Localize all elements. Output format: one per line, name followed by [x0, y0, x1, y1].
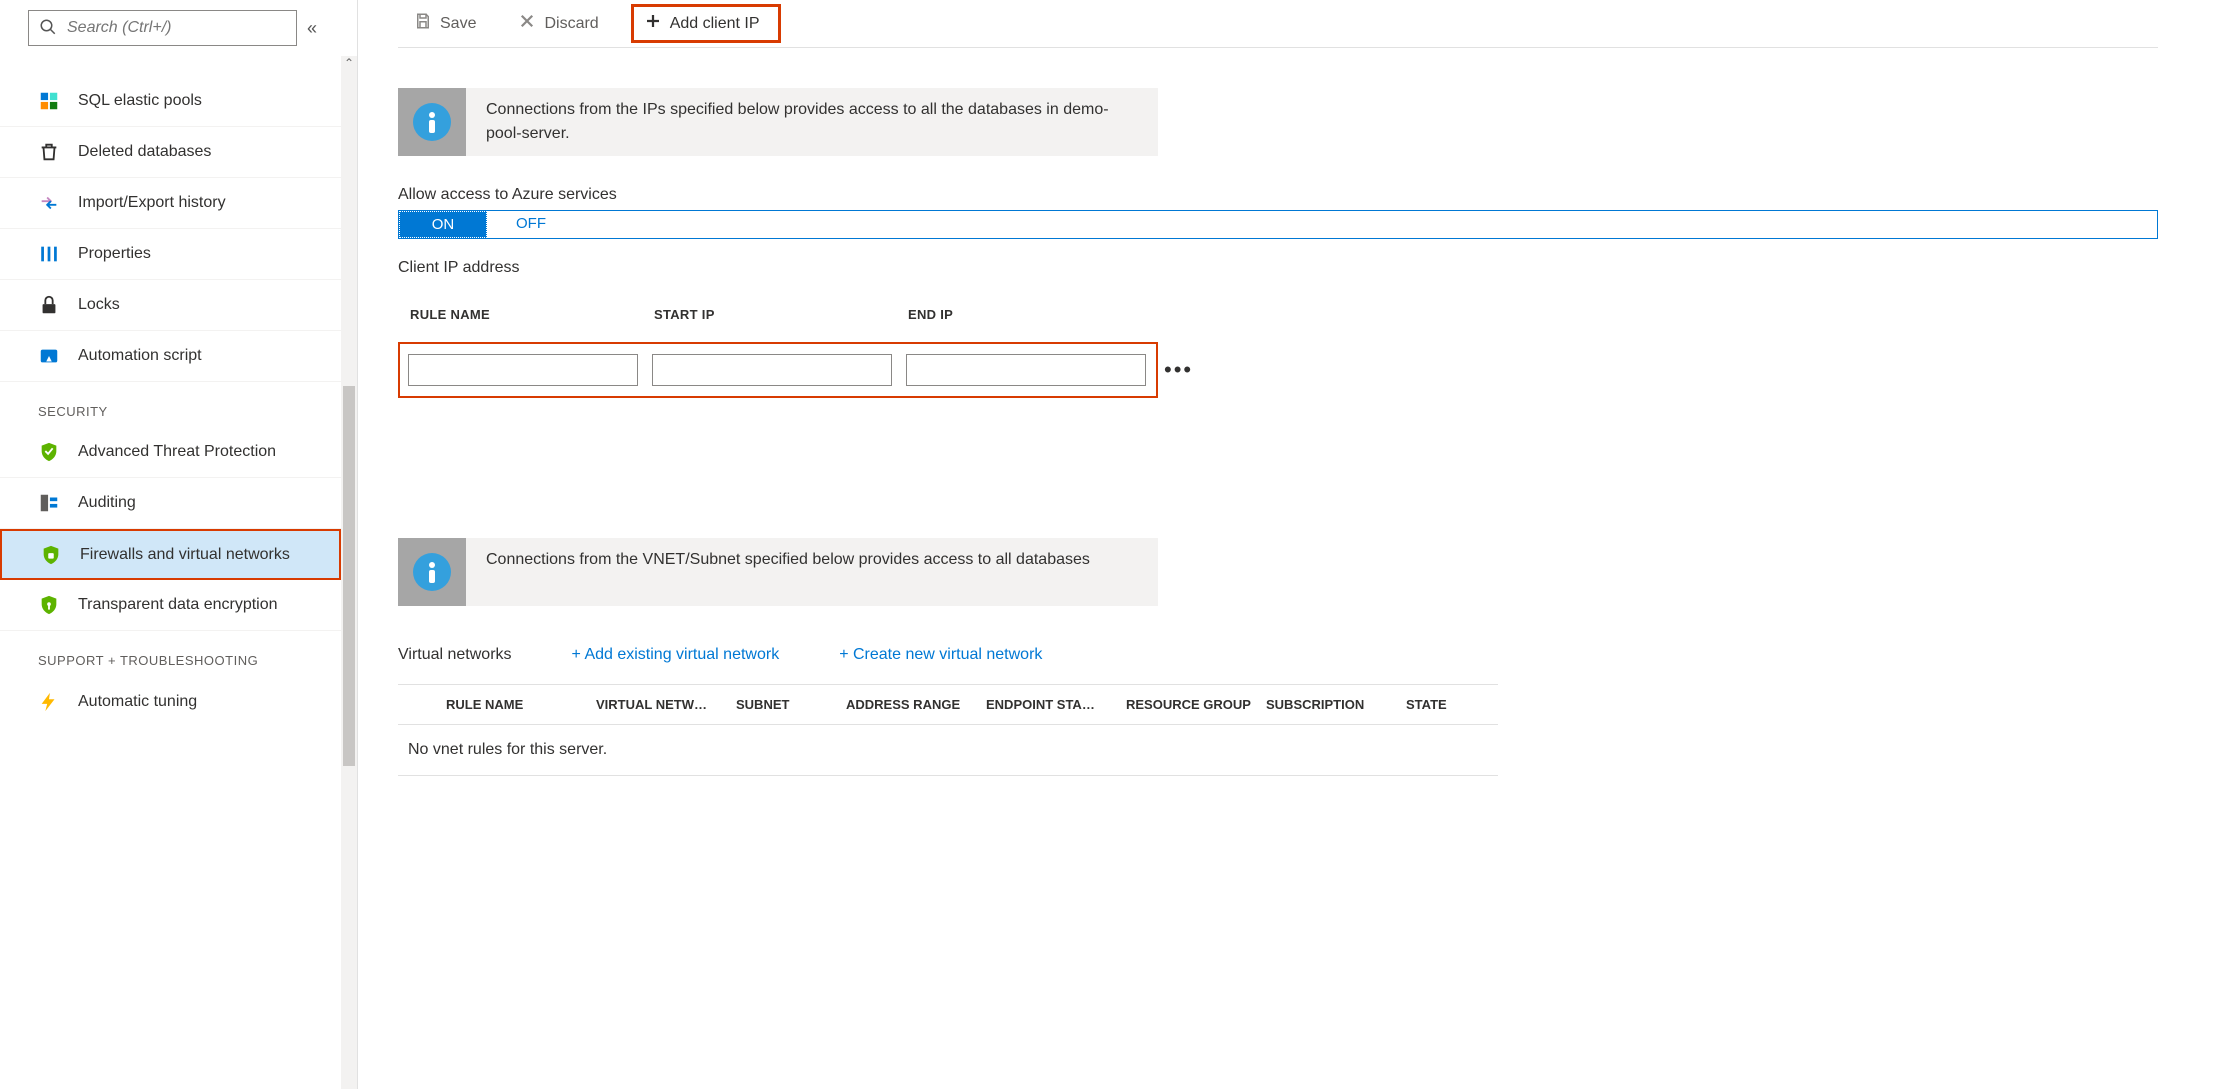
vnet-empty-message: No vnet rules for this server. [398, 725, 1498, 776]
button-label: Discard [544, 15, 598, 33]
col-rg: RESOURCE GROUP [1126, 697, 1266, 712]
sidebar-item-automation-script[interactable]: Automation script [0, 331, 341, 382]
info-icon-box [398, 88, 466, 156]
sidebar-item-properties[interactable]: Properties [0, 229, 341, 280]
col-subnet: SUBNET [736, 697, 846, 712]
scrollbar[interactable]: ⌃ [341, 56, 357, 1089]
script-icon [38, 345, 60, 367]
sidebar-item-label: Automatic tuning [78, 693, 197, 711]
info-icon [413, 103, 451, 141]
start-ip-input[interactable] [652, 354, 892, 386]
button-label: Save [440, 15, 476, 33]
sidebar-item-label: Auditing [78, 494, 136, 512]
sidebar-item-label: Automation script [78, 347, 202, 365]
sidebar-item-locks[interactable]: Locks [0, 280, 341, 331]
support-header: SUPPORT + TROUBLESHOOTING [0, 631, 341, 676]
discard-button[interactable]: Discard [508, 8, 608, 39]
sidebar-item-label: Deleted databases [78, 143, 211, 161]
security-header: SECURITY [0, 382, 341, 427]
sidebar: « SQL elastic pools Deleted databases Im… [0, 0, 358, 1089]
rule-name-input[interactable] [408, 354, 638, 386]
info-text: Connections from the VNET/Subnet specifi… [466, 538, 1110, 606]
client-ip-label: Client IP address [398, 259, 2158, 277]
toggle-on[interactable]: ON [399, 211, 487, 238]
col-range: ADDRESS RANGE [846, 697, 986, 712]
sidebar-item-label: Transparent data encryption [78, 596, 278, 614]
vnet-header-row: Virtual networks + Add existing virtual … [398, 646, 2158, 664]
save-button[interactable]: Save [404, 8, 486, 39]
properties-icon [38, 243, 60, 265]
add-existing-vnet-link[interactable]: + Add existing virtual network [572, 646, 780, 664]
info-icon [413, 553, 451, 591]
vnet-title: Virtual networks [398, 646, 512, 664]
info-text: Connections from the IPs specified below… [466, 88, 1158, 156]
sidebar-item-advanced-threat-protection[interactable]: Advanced Threat Protection [0, 427, 341, 478]
trash-icon [38, 141, 60, 163]
save-icon [414, 12, 432, 35]
search-box[interactable] [28, 10, 297, 46]
import-export-icon [38, 192, 60, 214]
col-state: STATE [1406, 697, 1486, 712]
col-vnet: VIRTUAL NETW… [596, 697, 736, 712]
more-actions-icon[interactable]: ••• [1160, 357, 1210, 383]
toolbar: Save Discard Add client IP [398, 0, 2158, 48]
close-icon [518, 12, 536, 35]
shield-key-icon [38, 594, 60, 616]
shield-lock-icon [40, 544, 62, 566]
end-ip-input[interactable] [906, 354, 1146, 386]
search-icon [39, 18, 57, 39]
col-endpoint: ENDPOINT STA… [986, 697, 1126, 712]
info-banner-vnet: Connections from the VNET/Subnet specifi… [398, 538, 1158, 606]
sidebar-item-transparent-data-encryption[interactable]: Transparent data encryption [0, 580, 341, 631]
add-client-ip-button[interactable]: Add client IP [631, 4, 781, 43]
col-rule-name: RULE NAME [398, 307, 628, 322]
create-new-vnet-link[interactable]: + Create new virtual network [839, 646, 1042, 664]
collapse-icon[interactable]: « [307, 18, 317, 39]
sidebar-item-automatic-tuning[interactable]: Automatic tuning [0, 676, 341, 727]
sidebar-item-label: Advanced Threat Protection [78, 443, 276, 461]
vnet-columns: RULE NAME VIRTUAL NETW… SUBNET ADDRESS R… [398, 685, 1498, 725]
button-label: Add client IP [670, 15, 760, 33]
info-banner-ips: Connections from the IPs specified below… [398, 88, 1158, 156]
scroll-up-icon[interactable]: ⌃ [341, 56, 357, 76]
scroll-thumb[interactable] [343, 386, 355, 766]
col-rule: RULE NAME [446, 697, 596, 712]
sidebar-item-label: Properties [78, 245, 151, 263]
sidebar-item-label: Import/Export history [78, 194, 226, 212]
nav-scroll: SQL elastic pools Deleted databases Impo… [0, 56, 357, 1089]
elastic-pool-icon [38, 90, 60, 112]
vnet-section: Connections from the VNET/Subnet specifi… [398, 498, 2158, 776]
allow-access-label: Allow access to Azure services [398, 186, 2158, 204]
toggle-off[interactable]: OFF [487, 211, 575, 238]
firewall-rule-row: ••• [398, 342, 1158, 398]
sidebar-item-label: Firewalls and virtual networks [80, 546, 290, 564]
firewall-headers: RULE NAME START IP END IP [398, 307, 1158, 322]
info-icon-box [398, 538, 466, 606]
sidebar-item-firewalls[interactable]: Firewalls and virtual networks [0, 529, 341, 580]
sidebar-item-import-export-history[interactable]: Import/Export history [0, 178, 341, 229]
search-input[interactable] [67, 19, 286, 37]
col-sub: SUBSCRIPTION [1266, 697, 1406, 712]
lightning-icon [38, 691, 60, 713]
sidebar-item-label: Locks [78, 296, 120, 314]
firewall-rules-table: RULE NAME START IP END IP ••• [398, 307, 1158, 398]
shield-check-icon [38, 441, 60, 463]
plus-icon [644, 12, 662, 35]
sidebar-item-sql-elastic-pools[interactable]: SQL elastic pools [0, 76, 341, 127]
main-content: Save Discard Add client IP Connections f… [358, 0, 2218, 1089]
sidebar-item-deleted-databases[interactable]: Deleted databases [0, 127, 341, 178]
azure-services-toggle[interactable]: ON OFF [398, 210, 2158, 239]
sidebar-item-auditing[interactable]: Auditing [0, 478, 341, 529]
vnet-table: RULE NAME VIRTUAL NETW… SUBNET ADDRESS R… [398, 684, 1498, 776]
lock-icon [38, 294, 60, 316]
sidebar-search-row: « [0, 0, 357, 56]
auditing-icon [38, 492, 60, 514]
col-end-ip: END IP [896, 307, 1136, 322]
col-start-ip: START IP [642, 307, 882, 322]
sidebar-item-label: SQL elastic pools [78, 92, 202, 110]
